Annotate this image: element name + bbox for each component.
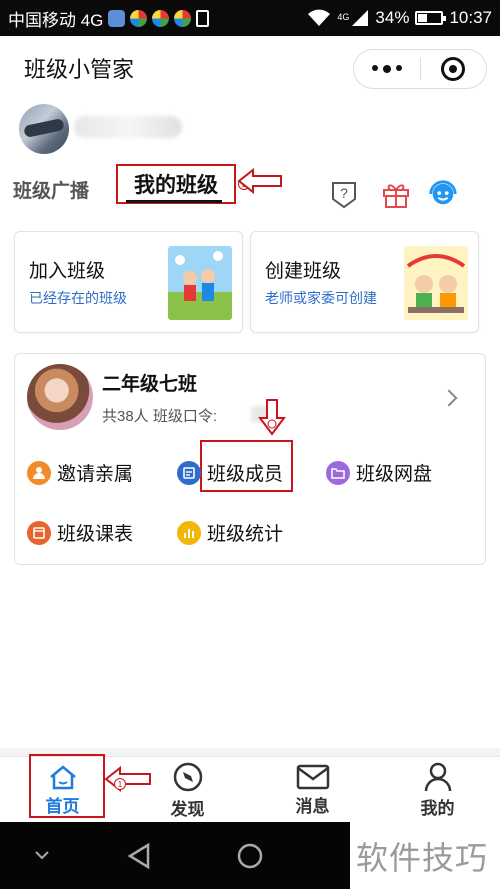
help-button[interactable]: ? (329, 178, 359, 210)
class-members-label: 班级成员 (207, 464, 284, 485)
tab-class-broadcast[interactable]: 班级广播 (13, 176, 89, 203)
svg-text:?: ? (340, 185, 348, 201)
class-drive-button[interactable]: 班级网盘 (326, 459, 432, 486)
class-stats-label: 班级统计 (207, 524, 284, 545)
gift-button[interactable] (381, 178, 411, 210)
class-name[interactable]: 二年级七班 (102, 369, 197, 396)
create-class-title: 创建班级 (265, 261, 342, 282)
signal-icon (352, 10, 369, 26)
annotation-arrow-left (237, 168, 282, 194)
compass-icon (173, 762, 202, 791)
question-shield-icon: ? (332, 182, 356, 209)
tab-mine[interactable]: 我的 (375, 757, 500, 823)
active-tab-indicator (126, 200, 222, 203)
home-circle-icon[interactable] (236, 842, 264, 870)
battery-percent: 34% (375, 8, 410, 27)
app-title: 班级小管家 (24, 57, 135, 82)
folder-icon (326, 460, 350, 485)
nav-bar: 班级小管家 (0, 36, 500, 100)
annotation-box-home (29, 754, 105, 818)
annotation-arrow-down (258, 399, 286, 436)
annotation-arrow-left-home (104, 766, 151, 792)
blurred-username (74, 116, 182, 138)
invite-relatives-label: 邀请亲属 (57, 464, 134, 485)
tab-mine-label: 我的 (420, 798, 455, 818)
tab-messages[interactable]: 消息 (250, 757, 375, 823)
class-schedule-label: 班级课表 (57, 524, 134, 545)
clipboard-icon (196, 9, 210, 27)
schedule-icon (27, 520, 51, 545)
class-meta: 共38人 班级口令: (102, 408, 218, 425)
person-icon (27, 460, 51, 485)
class-panel: 二年级七班 共38人 班级口令: 邀请亲属 班级成员 班级网盘 班级课表 班级统… (14, 353, 486, 565)
class-members-button[interactable]: 班级成员 (177, 459, 283, 486)
class-drive-label: 班级网盘 (356, 464, 433, 485)
more-dots-icon (371, 65, 402, 73)
user-icon (424, 762, 451, 791)
tab-discover-label: 发现 (170, 799, 205, 819)
bar-chart-icon (177, 520, 201, 545)
join-class-card[interactable]: 加入班级 已经存在的班级 (14, 231, 243, 333)
class-schedule-button[interactable]: 班级课表 (27, 519, 133, 546)
customer-service-icon (429, 180, 457, 205)
more-button[interactable] (354, 50, 420, 88)
annotation-box-my-class: 我的班级 (116, 164, 236, 204)
children-illustration (168, 246, 232, 320)
close-button[interactable] (421, 50, 487, 88)
create-class-card[interactable]: 创建班级 老师或家委可创建 (250, 231, 479, 333)
chevron-right-icon[interactable] (440, 389, 458, 407)
clock: 10:37 (449, 8, 492, 27)
join-class-subtitle: 已经存在的班级 (29, 290, 127, 306)
students-illustration (404, 246, 468, 320)
app-icon (130, 9, 148, 27)
class-avatar (27, 364, 93, 430)
members-icon (177, 460, 201, 485)
tab-messages-label: 消息 (295, 796, 330, 816)
step-marker-1: 1 (114, 778, 126, 790)
watermark-text: 软件技巧 (356, 840, 489, 876)
mini-program-capsule (353, 49, 487, 89)
user-avatar[interactable] (19, 104, 69, 154)
target-icon (441, 57, 466, 81)
app-icon (152, 9, 170, 27)
join-class-title: 加入班级 (29, 261, 106, 282)
class-stats-button[interactable]: 班级统计 (177, 519, 283, 546)
invite-relatives-button[interactable]: 邀请亲属 (27, 459, 133, 486)
battery-icon (415, 11, 447, 25)
status-bar: 中国移动 4G 4G 34% 10:37 (0, 0, 500, 36)
chevron-down-icon[interactable] (34, 849, 50, 861)
carrier-label: 中国移动 4G (8, 10, 104, 30)
create-class-subtitle: 老师或家委可创建 (265, 290, 377, 306)
tab-my-class[interactable]: 我的班级 (134, 169, 218, 199)
wifi-icon (308, 9, 331, 26)
mail-icon (296, 764, 329, 789)
app-icon (174, 9, 192, 27)
network-type: 4G (337, 12, 350, 22)
gift-icon (383, 184, 409, 208)
back-icon[interactable] (126, 842, 152, 870)
app-icon (108, 9, 126, 27)
customer-service-button[interactable] (428, 178, 458, 210)
